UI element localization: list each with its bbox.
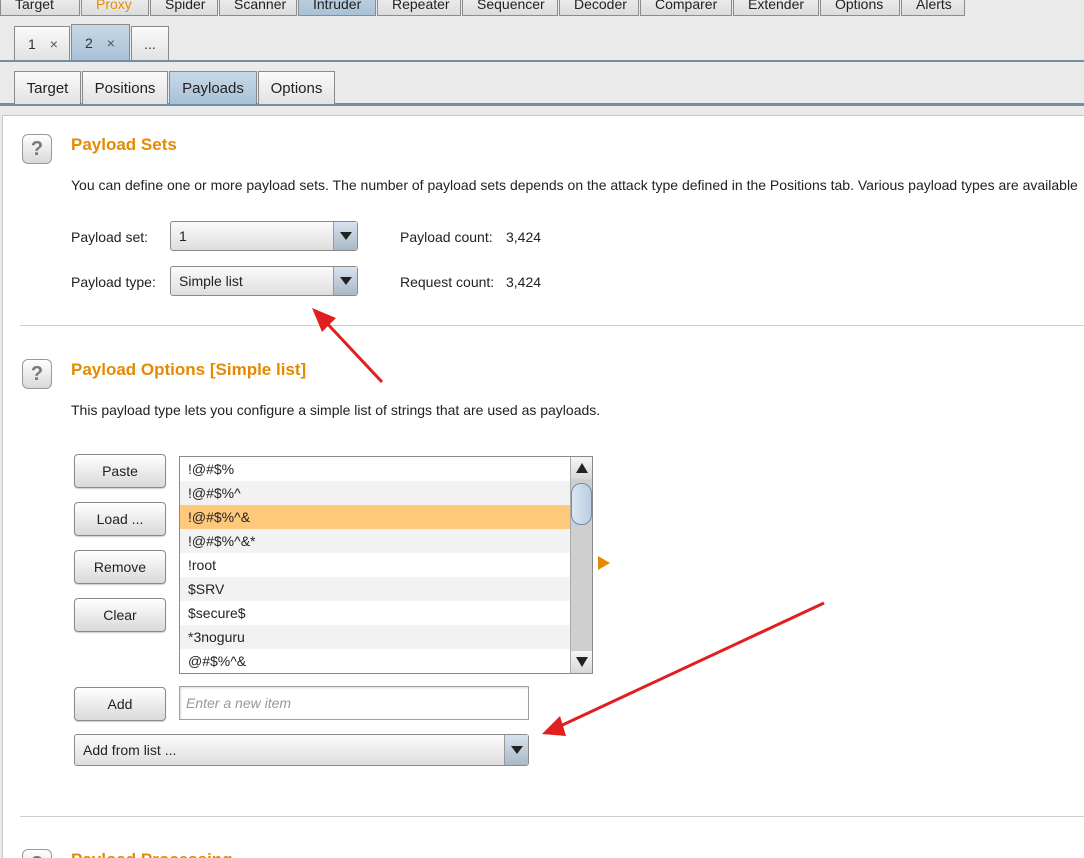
tab-extender[interactable]: Extender: [733, 0, 819, 16]
list-item[interactable]: !root: [180, 553, 570, 577]
subtab-label: Payloads: [182, 79, 244, 97]
section-divider: [20, 816, 1084, 817]
instance-tab-2[interactable]: 2 ×: [71, 24, 130, 60]
list-scrollbar[interactable]: [570, 457, 592, 673]
help-icon[interactable]: ?: [22, 849, 52, 858]
list-item[interactable]: !@#$%^&: [180, 505, 570, 529]
list-item[interactable]: @#$%^&: [180, 649, 570, 673]
help-icon[interactable]: ?: [22, 359, 52, 389]
close-icon[interactable]: ×: [50, 36, 58, 52]
add-from-list-value: Add from list ...: [83, 742, 177, 758]
scrollbar-thumb[interactable]: [571, 483, 592, 525]
payload-count-value: 3,424: [506, 229, 542, 245]
more-label: ...: [144, 35, 156, 52]
chevron-down-icon: [333, 267, 357, 295]
subtab-options[interactable]: Options: [258, 71, 335, 104]
tab-sequencer[interactable]: Sequencer: [462, 0, 558, 16]
payload-set-select[interactable]: 1: [170, 221, 358, 251]
tab-target[interactable]: Target: [0, 0, 80, 16]
new-instance-tab[interactable]: ...: [131, 26, 169, 60]
chevron-down-icon: [504, 735, 528, 765]
instance-tab-1[interactable]: 1 ×: [14, 26, 70, 60]
instance-tab-label: 1: [28, 35, 36, 52]
tab-alerts[interactable]: Alerts: [901, 0, 965, 16]
subtab-label: Positions: [94, 79, 156, 97]
new-item-field[interactable]: [186, 695, 528, 711]
intruder-instance-tabs: 1 × 2 × ...: [0, 16, 1084, 62]
instance-tab-label: 2: [85, 34, 93, 51]
payload-processing-title: Payload Processing: [71, 850, 233, 858]
chevron-down-icon: [333, 222, 357, 250]
payload-list[interactable]: !@#$% !@#$%^ !@#$%^& !@#$%^&* !root $SRV $secu…: [179, 456, 593, 674]
tab-comparer[interactable]: Comparer: [640, 0, 732, 16]
subtab-label: Options: [270, 79, 323, 97]
payload-set-value: 1: [179, 228, 187, 244]
section-divider: [20, 325, 1084, 326]
add-from-list-select[interactable]: Add from list ...: [74, 734, 529, 766]
payload-type-label: Payload type:: [71, 274, 156, 290]
payload-set-label: Payload set:: [71, 229, 149, 245]
payload-options-description: This payload type lets you configure a s…: [71, 402, 601, 418]
list-item[interactable]: $SRV: [180, 577, 570, 601]
expand-arrow-icon[interactable]: [598, 556, 610, 570]
payload-type-select[interactable]: Simple list: [170, 266, 358, 296]
clear-button[interactable]: Clear: [74, 598, 166, 632]
tab-proxy[interactable]: Proxy: [81, 0, 149, 16]
scroll-down-icon[interactable]: [571, 651, 592, 673]
payload-type-value: Simple list: [179, 273, 243, 289]
main-tab-bar: Target Proxy Spider Scanner Intruder Rep…: [0, 0, 1084, 16]
tab-intruder[interactable]: Intruder: [298, 0, 376, 16]
remove-button[interactable]: Remove: [74, 550, 166, 584]
request-count-label: Request count:: [400, 274, 495, 290]
list-item[interactable]: !@#$%^: [180, 481, 570, 505]
payload-options-title: Payload Options [Simple list]: [71, 360, 307, 379]
payload-list-items: !@#$% !@#$%^ !@#$%^& !@#$%^&* !root $SRV $secu…: [180, 457, 570, 673]
payload-sets-description: You can define one or more payload sets.…: [71, 177, 1078, 193]
list-item[interactable]: !@#$%: [180, 457, 570, 481]
subtab-payloads[interactable]: Payloads: [169, 71, 257, 104]
request-count-value: 3,424: [506, 274, 542, 290]
tab-decoder[interactable]: Decoder: [559, 0, 639, 16]
subtab-target[interactable]: Target: [14, 71, 81, 104]
load-button[interactable]: Load ...: [74, 502, 166, 536]
scroll-up-icon[interactable]: [571, 457, 592, 479]
intruder-sub-tabs: Target Positions Payloads Options: [0, 62, 1084, 106]
list-item[interactable]: $secure$: [180, 601, 570, 625]
new-item-input[interactable]: [179, 686, 529, 720]
subtab-positions[interactable]: Positions: [82, 71, 168, 104]
payloads-panel: ? Payload Sets You can define one or mor…: [2, 115, 1084, 858]
tab-options[interactable]: Options: [820, 0, 900, 16]
payload-count-label: Payload count:: [400, 229, 493, 245]
payload-sets-title: Payload Sets: [71, 135, 177, 154]
tab-scanner[interactable]: Scanner: [219, 0, 297, 16]
close-icon[interactable]: ×: [107, 35, 115, 51]
help-icon[interactable]: ?: [22, 134, 52, 164]
list-item[interactable]: *3noguru: [180, 625, 570, 649]
tab-repeater[interactable]: Repeater: [377, 0, 461, 16]
subtab-label: Target: [26, 79, 69, 97]
add-button[interactable]: Add: [74, 687, 166, 721]
paste-button[interactable]: Paste: [74, 454, 166, 488]
list-item[interactable]: !@#$%^&*: [180, 529, 570, 553]
tab-spider[interactable]: Spider: [150, 0, 218, 16]
